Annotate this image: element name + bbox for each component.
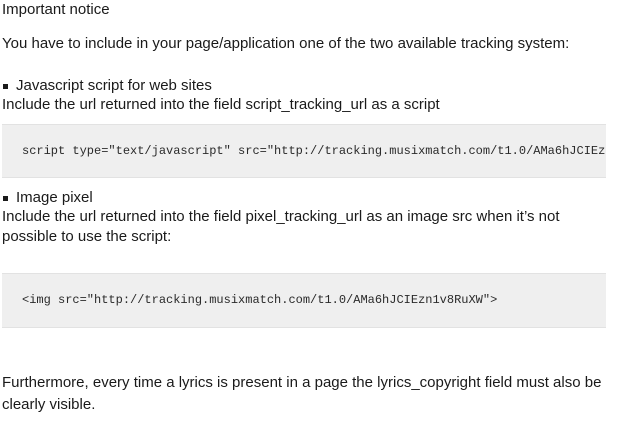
pixel-code-text[interactable]: <img src="http://tracking.musixmatch.com… [22,293,497,307]
pixel-bullet-label: Image pixel [16,189,93,206]
footer-paragraph: Furthermore, every time a lyrics is pres… [2,374,602,413]
script-code-text[interactable]: script type="text/javascript" src="http:… [22,144,605,158]
script-bullet-item: Javascript script for web sites [2,76,212,96]
script-bullet-label: Javascript script for web sites [16,77,212,94]
pixel-description-line1: Include the url returned into the field … [2,208,560,225]
bullet-square-icon [3,195,8,201]
pixel-description-line2: possible to use the script: [2,228,172,245]
pixel-code-block[interactable]: <img src="http://tracking.musixmatch.com… [2,273,606,328]
script-code-block[interactable]: script type="text/javascript" src="http:… [2,124,606,178]
script-description: Include the url returned into the field … [2,96,440,113]
pixel-bullet-item: Image pixel [2,188,93,208]
notice-title: Important notice [2,1,110,18]
notice-intro: You have to include in your page/applica… [2,35,570,52]
bullet-square-icon [3,83,8,89]
notice-page: Important notice You have to include in … [0,0,617,423]
